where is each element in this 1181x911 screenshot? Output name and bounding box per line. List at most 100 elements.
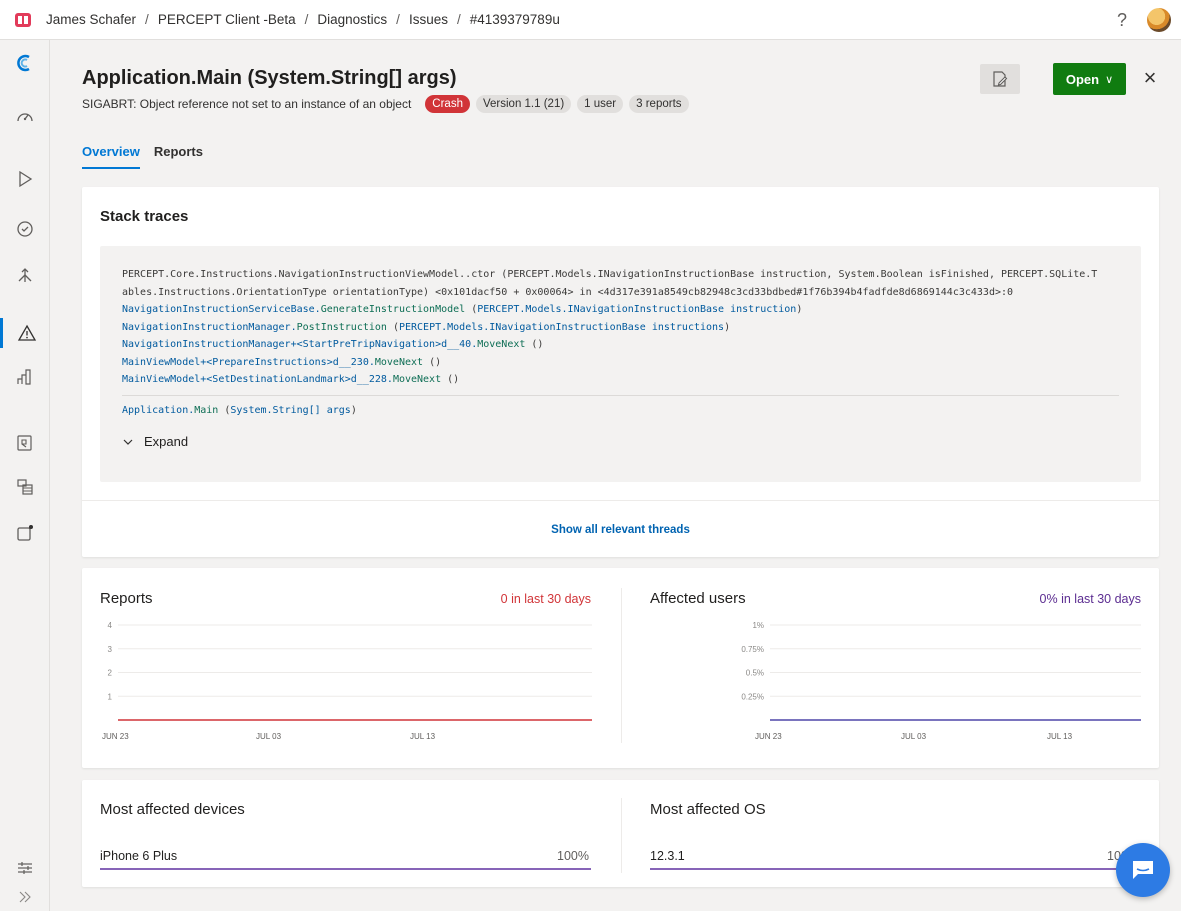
tab-reports[interactable]: Reports <box>154 144 203 169</box>
devices-title: Most affected devices <box>100 801 245 818</box>
breadcrumb-issues[interactable]: Issues <box>409 12 448 27</box>
collapse-icon[interactable] <box>0 882 50 911</box>
stack-traces-heading: Stack traces <box>100 208 189 225</box>
dashboard-icon[interactable] <box>0 102 50 132</box>
users-chart-title: Affected users <box>650 590 746 607</box>
tab-overview[interactable]: Overview <box>82 144 140 169</box>
trace-class: MainViewModel+<PrepareInstructions>d__23… <box>122 356 375 368</box>
trace-punct: () <box>525 339 544 350</box>
users-chart: 1% 0.75% 0.5% 0.25% JUN 23 JUL 03 JUL 13 <box>741 621 1141 741</box>
trace-line: MainViewModel+<SetDestinationLandmark>d_… <box>122 371 1119 389</box>
x-tick-label: JUN 23 <box>755 732 782 741</box>
y-tick-label: 0.25% <box>741 692 764 701</box>
breadcrumb: James Schafer / PERCEPT Client -Beta / D… <box>46 12 560 27</box>
push-icon[interactable] <box>0 518 50 548</box>
trace-params: PERCEPT.Models.INavigationInstructionBas… <box>398 321 725 333</box>
breadcrumb-owner[interactable]: James Schafer <box>46 12 136 27</box>
breadcrumb-separator: / <box>456 12 461 27</box>
trace-class: MainViewModel+<SetDestinationLandmark>d_… <box>122 374 393 385</box>
customize-icon[interactable] <box>0 853 50 883</box>
trace-line: NavigationInstructionServiceBase.Generat… <box>122 301 1119 319</box>
trace-method: Main <box>194 404 219 416</box>
stack-trace-box: PERCEPT.Core.Instructions.NavigationInst… <box>100 246 1141 482</box>
expand-toggle[interactable]: Expand <box>122 433 1119 451</box>
trace-method: GenerateInstructionModel <box>320 304 466 315</box>
trace-method: MoveNext <box>392 374 442 385</box>
trace-punct: ( <box>386 321 399 333</box>
user-avatar[interactable] <box>1147 8 1171 32</box>
x-tick-label: JUL 03 <box>901 732 927 741</box>
trace-punct: () <box>441 374 460 385</box>
chevron-down-icon <box>123 439 133 445</box>
edit-button[interactable] <box>980 64 1020 94</box>
chart-divider <box>621 588 622 743</box>
app-logo-icon[interactable] <box>0 48 50 78</box>
close-icon[interactable]: × <box>1138 65 1162 90</box>
main-content: Application.Main (System.String[] args) … <box>52 40 1181 911</box>
trace-punct: ) <box>796 304 803 315</box>
trace-line: NavigationInstructionManager+<StartPreTr… <box>122 336 1119 354</box>
distribute-icon[interactable] <box>0 260 50 290</box>
x-tick-label: JUN 23 <box>102 732 129 741</box>
trace-punct: () <box>423 356 442 368</box>
breadcrumb-separator: / <box>145 12 149 27</box>
device-share-bar <box>100 868 591 870</box>
show-all-threads-link[interactable]: Show all relevant threads <box>82 524 1159 536</box>
breadcrumb-section[interactable]: Diagnostics <box>317 12 387 27</box>
os-share-bar <box>650 868 1141 870</box>
settings-list-icon[interactable] <box>0 472 50 502</box>
y-tick-label: 2 <box>108 669 113 678</box>
card-divider <box>82 500 1159 501</box>
chat-icon <box>1133 861 1153 879</box>
top-bar: James Schafer / PERCEPT Client -Beta / D… <box>0 0 1181 40</box>
breadcrumb-issue-id: #4139379789u <box>469 12 560 27</box>
issue-subtitle: SIGABRT: Object reference not set to an … <box>82 97 412 111</box>
data-icon[interactable] <box>0 428 50 458</box>
device-percent: 100% <box>557 849 589 863</box>
os-title: Most affected OS <box>650 801 766 818</box>
reports-summary: 0 in last 30 days <box>500 592 591 606</box>
x-tick-label: JUL 13 <box>410 732 436 741</box>
reports-badge: 3 reports <box>629 95 689 113</box>
test-icon[interactable] <box>0 214 50 244</box>
trace-line: PERCEPT.Core.Instructions.NavigationInst… <box>122 269 1098 280</box>
left-nav <box>0 40 50 911</box>
y-tick-label: 1% <box>752 621 764 630</box>
open-status-button[interactable]: Open ∨ <box>1053 63 1126 95</box>
y-tick-label: 4 <box>108 621 113 630</box>
tab-bar: Overview Reports <box>82 144 203 169</box>
issue-title: Application.Main (System.String[] args) <box>82 67 457 89</box>
breadcrumb-app[interactable]: PERCEPT Client -Beta <box>158 12 296 27</box>
issue-subtitle-row: SIGABRT: Object reference not set to an … <box>82 95 689 113</box>
edit-icon <box>993 71 1008 87</box>
trace-class: Application. <box>122 404 195 416</box>
app-center-logo-icon[interactable] <box>0 0 46 40</box>
y-tick-label: 3 <box>108 645 113 654</box>
trace-method: MoveNext <box>477 339 526 350</box>
trace-method: PostInstruction <box>296 321 387 333</box>
y-tick-label: 1 <box>108 692 113 701</box>
reports-chart-title: Reports <box>100 590 153 607</box>
diagnostics-icon[interactable] <box>0 318 50 348</box>
users-summary: 0% in last 30 days <box>1039 592 1141 606</box>
x-tick-label: JUL 13 <box>1047 732 1073 741</box>
trace-class: NavigationInstructionServiceBase. <box>122 304 321 315</box>
os-name: 12.3.1 <box>650 849 685 863</box>
help-icon[interactable]: ? <box>1117 10 1127 31</box>
expand-label: Expand <box>144 434 189 449</box>
trace-params: PERCEPT.Models.INavigationInstructionBas… <box>477 304 797 315</box>
build-icon[interactable] <box>0 164 50 194</box>
trace-line: NavigationInstructionManager.PostInstruc… <box>122 319 1119 337</box>
crash-badge: Crash <box>425 95 470 113</box>
y-tick-label: 0.75% <box>741 645 764 654</box>
analytics-icon[interactable] <box>0 362 50 392</box>
trace-punct: ) <box>350 404 357 416</box>
affected-card: Most affected devices iPhone 6 Plus 100%… <box>82 780 1159 887</box>
trace-line: ables.Instructions.OrientationType orien… <box>122 286 1014 298</box>
charts-card: Reports 0 in last 30 days 4 3 2 1 JUN 23 JUL … <box>82 568 1159 768</box>
affected-divider <box>621 798 622 873</box>
trace-main-line: Application.Main (System.String[] args) <box>122 402 1119 420</box>
version-badge: Version 1.1 (21) <box>475 95 572 113</box>
chat-button[interactable] <box>1116 843 1170 897</box>
trace-punct: ( <box>218 404 231 416</box>
